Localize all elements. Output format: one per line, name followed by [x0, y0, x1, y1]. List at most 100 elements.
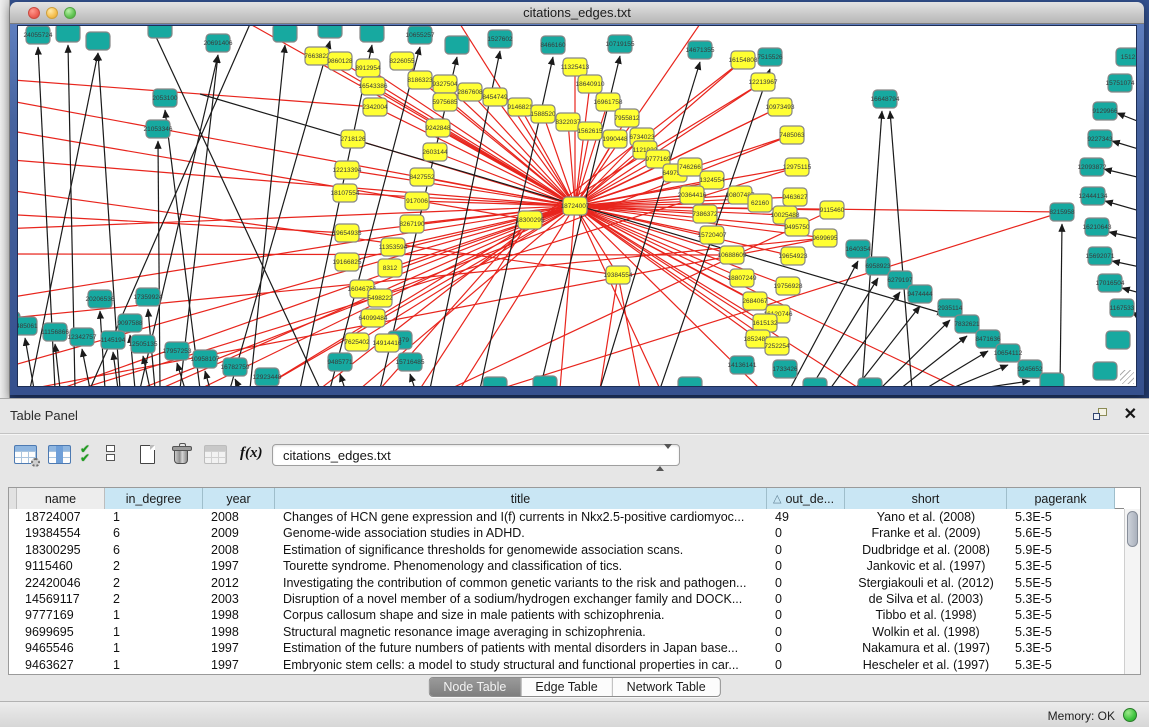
- table-cell[interactable]: 9699695: [17, 624, 105, 640]
- node[interactable]: [56, 26, 80, 42]
- table-row[interactable]: 946362711997Embryonic stem cells: a mode…: [9, 657, 1124, 673]
- node[interactable]: [86, 32, 110, 50]
- table-cell[interactable]: 0: [767, 607, 845, 623]
- edge[interactable]: [890, 111, 912, 386]
- table-cell[interactable]: 1: [105, 640, 203, 656]
- table-cell[interactable]: 5.3E-5: [1007, 607, 1115, 623]
- table-cell[interactable]: 0: [767, 575, 845, 591]
- float-panel-icon[interactable]: [1093, 408, 1109, 422]
- column-header-out_de[interactable]: △out_de...: [767, 488, 845, 509]
- selected-edge[interactable]: [347, 170, 575, 206]
- table-cell[interactable]: Embryonic stem cells: a model to study s…: [275, 657, 767, 673]
- table-row[interactable]: 1938455462009Genome-wide association stu…: [9, 525, 1124, 541]
- table-cell[interactable]: 1998: [203, 607, 275, 623]
- network-graph[interactable]: 2405572420691406106552571527602846616010…: [18, 26, 1136, 386]
- selected-edge[interactable]: [618, 275, 640, 386]
- table-cell[interactable]: 1: [105, 657, 203, 673]
- function-builder-icon[interactable]: f(x): [240, 445, 263, 471]
- table-row[interactable]: 2242004622012Investigating the contribut…: [9, 575, 1124, 591]
- selected-edge[interactable]: [18, 79, 375, 107]
- table-row[interactable]: 1456911722003Disruption of a novel membe…: [9, 591, 1124, 607]
- table-cell[interactable]: 1998: [203, 624, 275, 640]
- node[interactable]: [1040, 373, 1064, 386]
- close-panel-icon[interactable]: ✕: [1124, 404, 1137, 424]
- table-cell[interactable]: 2: [105, 558, 203, 574]
- table-cell[interactable]: 5.3E-5: [1007, 558, 1115, 574]
- table-cell[interactable]: Tibbo et al. (1998): [845, 607, 1007, 623]
- table-cell[interactable]: 14569117: [17, 591, 105, 607]
- node[interactable]: [1106, 331, 1130, 349]
- node[interactable]: [533, 376, 557, 386]
- table-cell[interactable]: Investigating the contribution of common…: [275, 575, 767, 591]
- table-cell[interactable]: Dudbridge et al. (2008): [845, 542, 1007, 558]
- edge[interactable]: [1112, 141, 1136, 151]
- network-canvas[interactable]: 2405572420691406106552571527602846616010…: [17, 25, 1137, 387]
- selected-edge[interactable]: [18, 159, 575, 206]
- node[interactable]: [318, 26, 342, 38]
- table-cell[interactable]: 0: [767, 657, 845, 673]
- table-cell[interactable]: 1: [105, 509, 203, 525]
- node[interactable]: [273, 26, 297, 42]
- create-new-column-icon[interactable]: [140, 445, 155, 471]
- node[interactable]: [803, 378, 827, 386]
- table-cell[interactable]: 9115460: [17, 558, 105, 574]
- edge[interactable]: [158, 141, 160, 386]
- table-cell[interactable]: 18724007: [17, 509, 105, 525]
- table-cell[interactable]: 5.3E-5: [1007, 657, 1115, 673]
- node[interactable]: [360, 26, 384, 42]
- table-cell[interactable]: 5.3E-5: [1007, 591, 1115, 607]
- table-cell[interactable]: Nakamura et al. (1997): [845, 640, 1007, 656]
- edge[interactable]: [55, 344, 60, 386]
- show-columns-icon[interactable]: [48, 445, 71, 471]
- unselect-all-columns-icon[interactable]: [106, 445, 115, 471]
- table-row[interactable]: 969969511998Structural magnetic resonanc…: [9, 624, 1124, 640]
- edge[interactable]: [1122, 288, 1136, 293]
- edge[interactable]: [1117, 113, 1136, 124]
- column-header-name[interactable]: name: [17, 488, 105, 509]
- table-cell[interactable]: Stergiakouli et al. (2012): [845, 575, 1007, 591]
- table-cell[interactable]: 9777169: [17, 607, 105, 623]
- table-cell[interactable]: 2: [105, 575, 203, 591]
- table-cell[interactable]: 0: [767, 640, 845, 656]
- delete-columns-icon[interactable]: [174, 445, 188, 471]
- select-all-columns-icon[interactable]: ✔✔: [80, 445, 88, 471]
- node[interactable]: [445, 36, 469, 54]
- selected-edge[interactable]: [373, 86, 575, 206]
- column-header-title[interactable]: title: [275, 488, 767, 509]
- table-cell[interactable]: 5.9E-5: [1007, 542, 1115, 558]
- table-cell[interactable]: Hescheler et al. (1997): [845, 657, 1007, 673]
- table-cell[interactable]: 1: [105, 607, 203, 623]
- table-cell[interactable]: Estimation of the future numbers of pati…: [275, 640, 767, 656]
- table-cell[interactable]: 5.3E-5: [1007, 640, 1115, 656]
- table-cell[interactable]: Wolkin et al. (1998): [845, 624, 1007, 640]
- table-cell[interactable]: Estimation of significance thresholds fo…: [275, 542, 767, 558]
- table-cell[interactable]: 2003: [203, 591, 275, 607]
- table-cell[interactable]: 18300295: [17, 542, 105, 558]
- column-header-pagerank[interactable]: pagerank: [1007, 488, 1115, 509]
- table-cell[interactable]: 6: [105, 525, 203, 541]
- table-cell[interactable]: de Silva et al. (2003): [845, 591, 1007, 607]
- selected-edge[interactable]: [18, 129, 530, 220]
- table-cell[interactable]: 1997: [203, 657, 275, 673]
- table-cell[interactable]: 49: [767, 509, 845, 525]
- table-cell[interactable]: Disruption of a novel member of a sodium…: [275, 591, 767, 607]
- table-row[interactable]: 1830029562008Estimation of significance …: [9, 542, 1124, 558]
- edge[interactable]: [205, 371, 210, 386]
- edge[interactable]: [880, 320, 950, 386]
- column-header-short[interactable]: short: [845, 488, 1007, 509]
- edge[interactable]: [1060, 224, 1062, 386]
- table-cell[interactable]: 9463627: [17, 657, 105, 673]
- table-cell[interactable]: 6: [105, 542, 203, 558]
- table-options-icon[interactable]: [14, 445, 37, 471]
- scrollbar-thumb[interactable]: [1127, 511, 1138, 547]
- table-cell[interactable]: Tourette syndrome. Phenomenology and cla…: [275, 558, 767, 574]
- tab-node-table[interactable]: Node Table: [429, 678, 521, 696]
- table-cell[interactable]: Changes of HCN gene expression and I(f) …: [275, 509, 767, 525]
- node[interactable]: [678, 377, 702, 386]
- table-cell[interactable]: 1: [105, 624, 203, 640]
- table-row[interactable]: 946554611997Estimation of the future num…: [9, 640, 1124, 656]
- edge[interactable]: [410, 374, 415, 386]
- canvas-resize-grip[interactable]: [1120, 370, 1134, 384]
- table-cell[interactable]: 19384554: [17, 525, 105, 541]
- table-cell[interactable]: 0: [767, 591, 845, 607]
